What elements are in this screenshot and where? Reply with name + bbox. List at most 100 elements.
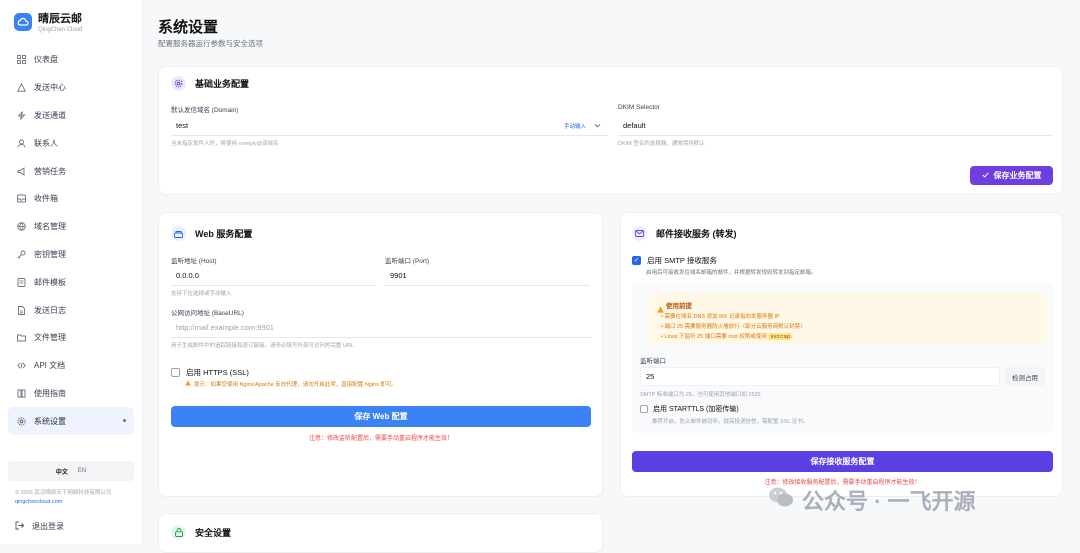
button-label: 保存业务配置 xyxy=(993,171,1042,180)
site-link[interactable]: qingchencloud.com xyxy=(15,499,62,505)
https-hint: 提示：如果您使用 Nginx/Apache 反向代理，请勿开启此项，直接配置 N… xyxy=(194,382,397,388)
server-icon xyxy=(171,226,186,241)
sidebar-item-templates[interactable]: 邮件模板 xyxy=(8,268,134,296)
host-label: 监听地址 (Host) xyxy=(171,258,217,265)
book-icon xyxy=(16,388,26,398)
port-input[interactable]: 9901 xyxy=(385,266,590,286)
brand-name: 晴辰云邮 xyxy=(38,13,82,25)
sidebar-item-send-center[interactable]: 发送中心 xyxy=(8,74,134,102)
copyright-text: © 2026 武汉晴辰天下网络科技有限公司 xyxy=(15,490,112,496)
sidebar-item-label: API 文档 xyxy=(34,361,66,371)
domain-label: 默认发信域名 (Domain) xyxy=(171,107,239,114)
sidebar-item-domains[interactable]: 域名管理 xyxy=(8,213,134,241)
security-header: 安全设置 xyxy=(171,525,231,540)
sidebar-item-label: 仪表盘 xyxy=(34,55,58,65)
section-title: Web 服务配置 xyxy=(195,229,253,239)
sidebar-item-channels[interactable]: 发送通道 xyxy=(8,102,134,130)
sidebar: 晴辰云邮 QingChen Cloud 仪表盘 发送中心 发送通道 联系人 营销… xyxy=(0,0,143,544)
sidebar-item-label: 使用指南 xyxy=(34,388,66,398)
smtp-hint: 启用后可接收发往域名邮箱的邮件，并根据转发规则转发到指定邮箱。 xyxy=(646,270,817,276)
cloud-logo-icon xyxy=(14,12,32,31)
sidebar-item-dashboard[interactable]: 仪表盘 xyxy=(8,46,134,74)
sidebar-item-contacts[interactable]: 联系人 xyxy=(8,129,134,157)
megaphone-icon xyxy=(16,166,26,176)
sidebar-item-api-docs[interactable]: API 文档 xyxy=(8,352,134,380)
save-business-button[interactable]: 保存业务配置 xyxy=(970,166,1053,185)
sidebar-item-logs[interactable]: 发送日志 xyxy=(8,296,134,324)
starttls-label: 启用 STARTTLS (加密传输) xyxy=(653,406,739,413)
recv-port-input[interactable]: 25 xyxy=(640,367,1000,386)
domain-select[interactable]: test 手动输入 xyxy=(171,116,608,136)
inbox-icon xyxy=(16,194,26,204)
active-dot xyxy=(123,419,126,423)
logout-label: 退出登录 xyxy=(32,522,64,531)
brand[interactable]: 晴辰云邮 QingChen Cloud xyxy=(14,10,82,33)
recv-port-label: 监听端口 xyxy=(640,358,666,365)
sidebar-item-files[interactable]: 文件管理 xyxy=(8,324,134,352)
sidebar-item-label: 密钥管理 xyxy=(34,249,66,259)
logout-button[interactable]: 退出登录 xyxy=(15,521,64,532)
smtp-checkbox[interactable]: ✓ xyxy=(632,256,641,265)
wechat-icon xyxy=(768,486,794,514)
send-icon xyxy=(16,83,26,93)
sidebar-item-label: 系统设置 xyxy=(34,416,66,426)
sidebar-item-inbox[interactable]: 收件箱 xyxy=(8,185,134,213)
folder-icon xyxy=(16,333,26,343)
save-receive-button[interactable]: 保存接收服务配置 xyxy=(632,451,1053,472)
sidebar-item-label: 营销任务 xyxy=(34,166,66,176)
tip-code: setcap xyxy=(768,333,793,340)
starttls-checkbox-row[interactable]: 启用 STARTTLS (加密传输) xyxy=(640,404,739,414)
gear-icon xyxy=(16,416,26,426)
sidebar-item-label: 域名管理 xyxy=(34,222,66,232)
sidebar-item-label: 邮件模板 xyxy=(34,277,66,287)
receive-service-header: 邮件接收服务 (转发) xyxy=(632,226,737,241)
sidebar-item-keys[interactable]: 密钥管理 xyxy=(8,241,134,269)
sidebar-item-label: 发送日志 xyxy=(34,305,66,315)
sidebar-item-label: 文件管理 xyxy=(34,333,66,343)
https-checkbox-row[interactable]: 启用 HTTPS (SSL) xyxy=(171,367,249,378)
manual-input-link[interactable]: 手动输入 xyxy=(564,122,586,130)
mail-icon xyxy=(632,226,647,241)
sidebar-item-guide[interactable]: 使用指南 xyxy=(8,380,134,408)
section-title: 邮件接收服务 (转发) xyxy=(656,229,737,239)
domain-value: test xyxy=(176,121,189,130)
sidebar-item-settings[interactable]: 系统设置 xyxy=(8,407,134,436)
template-icon xyxy=(16,277,26,287)
globe-icon xyxy=(16,222,26,232)
base-url-input[interactable]: http://mail.example.com:9901 xyxy=(171,318,591,338)
dkim-input[interactable]: default xyxy=(618,116,1053,136)
host-input[interactable]: 0.0.0.0 xyxy=(171,266,376,286)
lang-zh-option[interactable]: 中文 xyxy=(56,467,68,476)
check-icon xyxy=(981,171,989,180)
https-label: 启用 HTTPS (SSL) xyxy=(186,368,249,377)
watermark: 公众号 · 一飞开源 xyxy=(768,484,976,516)
sidebar-item-label: 收件箱 xyxy=(34,194,58,204)
starttls-hint: 推荐开启，防止邮件被窃听。提高投递信誉，需配置 SSL 证书。 xyxy=(652,419,809,425)
section-title: 安全设置 xyxy=(195,528,232,538)
detect-port-button[interactable]: 检测占用 xyxy=(1005,367,1045,386)
code-icon xyxy=(16,361,26,371)
domain-hint: 当未指定发件人时，将使用 noreply@该域名 xyxy=(171,141,279,147)
https-hint-row: 提示：如果您使用 Nginx/Apache 反向代理，请勿开启此项，直接配置 N… xyxy=(185,380,397,388)
base-url-label: 公网访问地址 (BaseURL) xyxy=(171,310,244,317)
business-config-header: 基础业务配置 xyxy=(171,76,249,91)
lang-en-option[interactable]: EN xyxy=(78,468,86,474)
copyright: © 2026 武汉晴辰天下网络科技有限公司 qingchencloud.com xyxy=(15,489,111,507)
starttls-checkbox[interactable] xyxy=(640,405,648,413)
sidebar-item-label: 发送中心 xyxy=(34,83,66,93)
grid-icon xyxy=(16,55,26,65)
smtp-checkbox-row[interactable]: ✓ 启用 SMTP 接收服务 xyxy=(632,255,717,266)
https-checkbox[interactable] xyxy=(171,368,180,377)
tip-text: 端口 25 需要服务器防火墙放行（部分云服务商默认封禁） xyxy=(664,324,806,330)
web-config-card xyxy=(158,212,603,497)
language-switch: 中文 EN xyxy=(8,461,134,481)
tip-item: • 需要在域名 DNS 添加 MX 记录指向本服务器 IP xyxy=(661,314,780,320)
log-icon xyxy=(16,305,26,315)
dkim-label: DKIM Selector xyxy=(618,104,660,111)
sidebar-item-campaigns[interactable]: 营销任务 xyxy=(8,157,134,185)
lock-icon xyxy=(171,525,186,540)
watermark-text: 公众号 · 一飞开源 xyxy=(802,489,976,514)
save-web-button[interactable]: 保存 Web 配置 xyxy=(171,406,591,427)
web-config-header: Web 服务配置 xyxy=(171,226,252,241)
sidebar-item-label: 联系人 xyxy=(34,138,58,148)
